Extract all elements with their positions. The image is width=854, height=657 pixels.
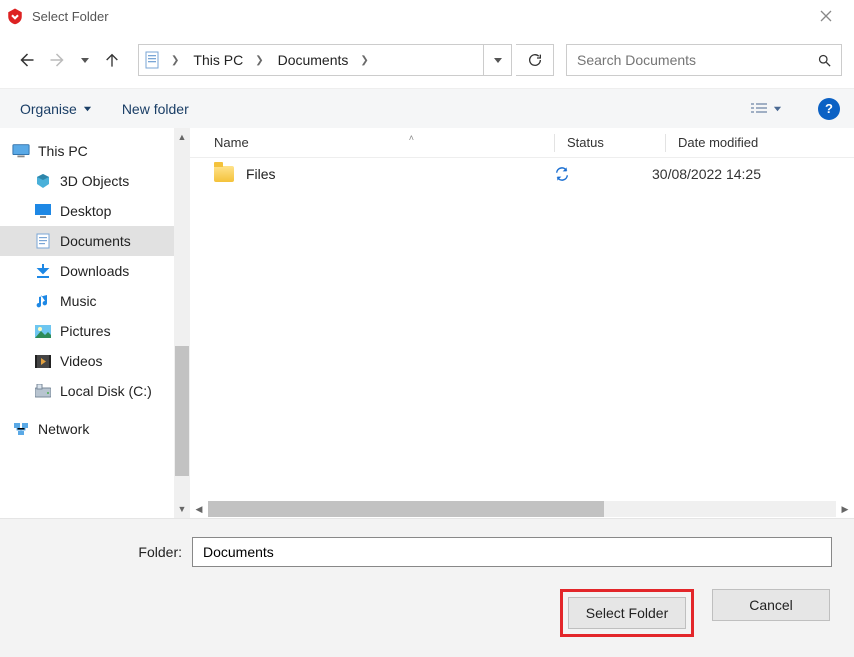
music-icon — [34, 292, 52, 310]
network-icon — [12, 420, 30, 438]
desktop-icon — [34, 202, 52, 220]
hscroll-right-icon[interactable]: ▶ — [836, 504, 854, 515]
column-status[interactable]: Status — [567, 135, 665, 150]
pictures-icon — [34, 322, 52, 340]
cancel-button[interactable]: Cancel — [712, 589, 830, 621]
folder-input[interactable] — [192, 537, 832, 567]
file-list: Name ˄ Status Date modified Files 30/08/… — [190, 128, 854, 518]
tree-videos[interactable]: Videos — [0, 346, 174, 376]
this-pc-icon — [12, 142, 30, 160]
breadcrumb-sep-0[interactable]: ❯ — [167, 55, 183, 66]
address-dropdown[interactable] — [483, 45, 511, 75]
help-button[interactable]: ? — [818, 98, 840, 120]
tree-documents[interactable]: Documents — [0, 226, 174, 256]
search-icon[interactable] — [807, 45, 841, 75]
column-date[interactable]: Date modified — [678, 135, 854, 150]
close-button[interactable] — [804, 1, 848, 31]
3d-objects-icon — [34, 172, 52, 190]
new-folder-button[interactable]: New folder — [116, 97, 195, 121]
document-type-icon — [145, 51, 161, 69]
folder-icon — [214, 166, 234, 182]
tree-local-disk[interactable]: Local Disk (C:) — [0, 376, 174, 406]
organise-menu[interactable]: Organise — [14, 97, 98, 121]
title-bar: Select Folder — [0, 0, 854, 32]
videos-icon — [34, 352, 52, 370]
view-options-button[interactable] — [744, 95, 788, 123]
breadcrumb-0[interactable]: This PC❯ — [189, 52, 267, 68]
folder-label: Folder: — [22, 544, 182, 560]
main-area: This PC 3D Objects Desktop Documents Dow… — [0, 128, 854, 518]
sync-icon — [554, 166, 570, 182]
tree-scrollbar[interactable]: ▲ ▼ — [174, 128, 190, 518]
column-name[interactable]: Name ˄ — [214, 135, 554, 150]
scroll-up-icon[interactable]: ▲ — [174, 128, 190, 146]
breadcrumb-1[interactable]: Documents❯ — [274, 52, 373, 68]
documents-icon — [34, 232, 52, 250]
tree-pictures[interactable]: Pictures — [0, 316, 174, 346]
address-row: ❯ This PC❯ Documents❯ — [0, 32, 854, 88]
forward-button[interactable] — [44, 46, 72, 74]
list-item[interactable]: Files 30/08/2022 14:25 — [190, 158, 854, 190]
tree-3d-objects[interactable]: 3D Objects — [0, 166, 174, 196]
select-folder-highlight: Select Folder — [560, 589, 694, 637]
tree-desktop[interactable]: Desktop — [0, 196, 174, 226]
hscroll-thumb[interactable] — [208, 501, 604, 517]
tree-music[interactable]: Music — [0, 286, 174, 316]
horizontal-scrollbar[interactable]: ◀ ▶ — [190, 500, 854, 518]
app-icon — [6, 7, 24, 25]
scroll-down-icon[interactable]: ▼ — [174, 500, 190, 518]
scroll-thumb[interactable] — [175, 346, 189, 476]
search-box[interactable] — [566, 44, 842, 76]
downloads-icon — [34, 262, 52, 280]
sort-indicator-icon: ˄ — [409, 133, 414, 143]
column-headers[interactable]: Name ˄ Status Date modified — [190, 128, 854, 158]
footer: Folder: Select Folder Cancel — [0, 518, 854, 653]
item-name: Files — [246, 166, 276, 182]
address-bar[interactable]: ❯ This PC❯ Documents❯ — [138, 44, 512, 76]
up-button[interactable] — [98, 46, 126, 74]
toolbar: Organise New folder ? — [0, 88, 854, 128]
back-button[interactable] — [12, 46, 40, 74]
item-date: 30/08/2022 14:25 — [652, 166, 854, 182]
window-title: Select Folder — [32, 9, 804, 24]
tree-downloads[interactable]: Downloads — [0, 256, 174, 286]
hscroll-left-icon[interactable]: ◀ — [190, 504, 208, 515]
tree-network[interactable]: Network — [0, 414, 174, 444]
recent-locations-dropdown[interactable] — [76, 46, 94, 74]
disk-icon — [34, 382, 52, 400]
refresh-button[interactable] — [516, 44, 554, 76]
nav-tree: This PC 3D Objects Desktop Documents Dow… — [0, 128, 190, 518]
select-folder-button[interactable]: Select Folder — [568, 597, 686, 629]
search-input[interactable] — [567, 52, 807, 68]
tree-this-pc[interactable]: This PC — [0, 136, 174, 166]
